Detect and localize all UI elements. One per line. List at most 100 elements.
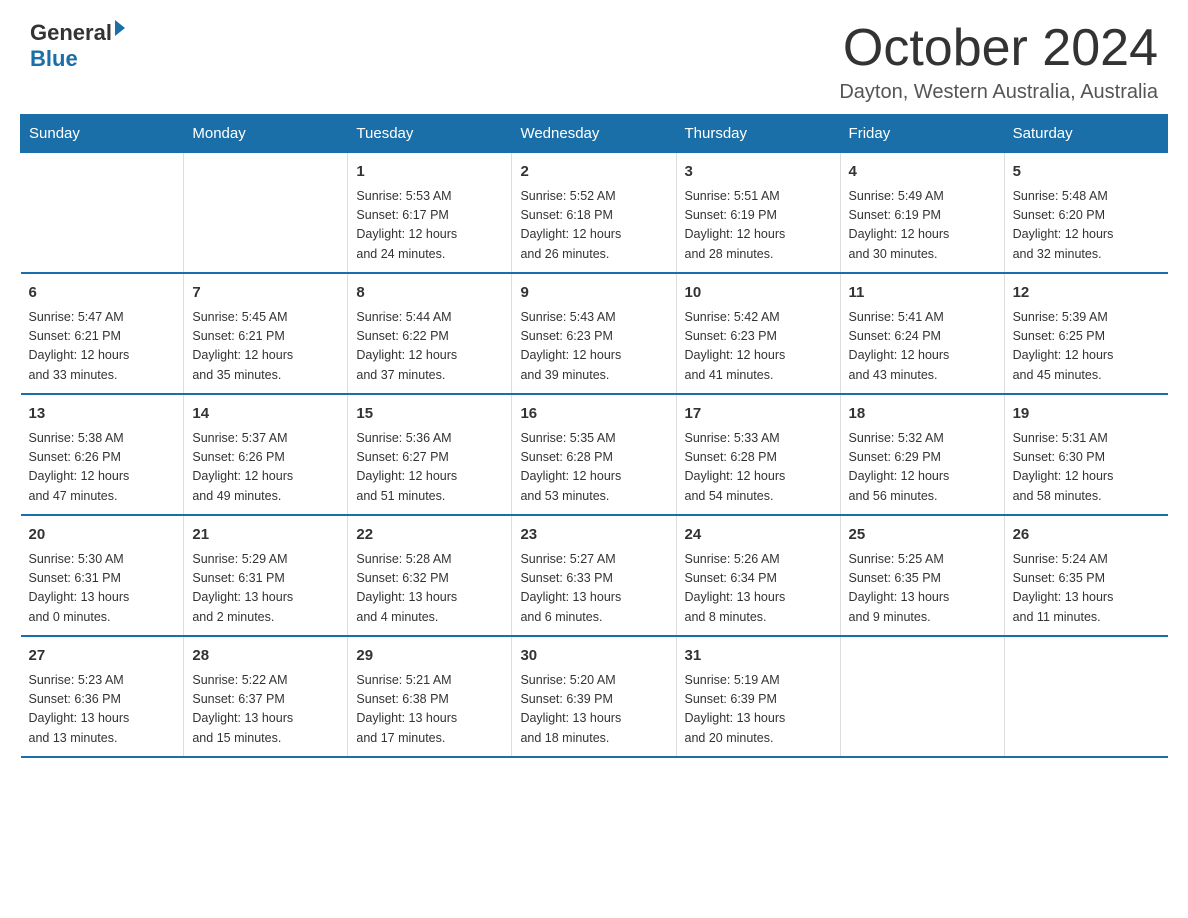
day-info: Sunrise: 5:37 AM Sunset: 6:26 PM Dayligh… (192, 429, 339, 507)
day-info: Sunrise: 5:20 AM Sunset: 6:39 PM Dayligh… (520, 671, 667, 749)
day-number: 19 (1013, 403, 1160, 426)
calendar-cell: 19 Sunrise: 5:31 AM Sunset: 6:30 PM Dayli… (1004, 394, 1167, 515)
day-number: 7 (192, 282, 339, 305)
calendar-cell (21, 153, 184, 274)
day-info: Sunrise: 5:25 AM Sunset: 6:35 PM Dayligh… (849, 550, 996, 628)
day-info: Sunrise: 5:38 AM Sunset: 6:26 PM Dayligh… (29, 429, 176, 507)
calendar-cell: 8Sunrise: 5:44 AM Sunset: 6:22 PM Daylig… (348, 273, 512, 394)
day-number: 29 (356, 645, 503, 668)
calendar-cell: 5Sunrise: 5:48 AM Sunset: 6:20 PM Daylig… (1004, 153, 1167, 274)
calendar-cell: 31Sunrise: 5:19 AM Sunset: 6:39 PM Dayli… (676, 636, 840, 757)
day-info: Sunrise: 5:27 AM Sunset: 6:33 PM Dayligh… (520, 550, 667, 628)
week-row-4: 20 Sunrise: 5:30 AM Sunset: 6:31 PM Dayli… (21, 515, 1168, 636)
location-title: Dayton, Western Australia, Australia (839, 81, 1158, 104)
day-number: 21 (192, 524, 339, 547)
calendar-cell: 18Sunrise: 5:32 AM Sunset: 6:29 PM Dayli… (840, 394, 1004, 515)
day-info: Sunrise: 5:47 AM Sunset: 6:21 PM Dayligh… (29, 308, 176, 386)
weekday-header-tuesday: Tuesday (348, 115, 512, 153)
weekday-header-row: SundayMondayTuesdayWednesdayThursdayFrid… (21, 115, 1168, 153)
calendar-cell: 28Sunrise: 5:22 AM Sunset: 6:37 PM Dayli… (184, 636, 348, 757)
day-info: Sunrise: 5:21 AM Sunset: 6:38 PM Dayligh… (356, 671, 503, 749)
day-info: Sunrise: 5:24 AM Sunset: 6:35 PM Dayligh… (1013, 550, 1160, 628)
day-number: 6 (29, 282, 176, 305)
calendar-cell: 16 Sunrise: 5:35 AM Sunset: 6:28 PM Dayli… (512, 394, 676, 515)
day-number: 24 (685, 524, 832, 547)
logo-general: General (30, 20, 112, 46)
calendar-cell: 10 Sunrise: 5:42 AM Sunset: 6:23 PM Dayli… (676, 273, 840, 394)
day-number: 5 (1013, 161, 1160, 184)
logo: General Blue (30, 20, 125, 72)
day-info: Sunrise: 5:33 AM Sunset: 6:28 PM Dayligh… (685, 429, 832, 507)
calendar-cell: 24 Sunrise: 5:26 AM Sunset: 6:34 PM Dayli… (676, 515, 840, 636)
day-number: 4 (849, 161, 996, 184)
day-number: 28 (192, 645, 339, 668)
calendar-cell: 14 Sunrise: 5:37 AM Sunset: 6:26 PM Dayli… (184, 394, 348, 515)
day-info: Sunrise: 5:35 AM Sunset: 6:28 PM Dayligh… (520, 429, 667, 507)
calendar-cell: 22 Sunrise: 5:28 AM Sunset: 6:32 PM Dayli… (348, 515, 512, 636)
calendar-cell: 1Sunrise: 5:53 AM Sunset: 6:17 PM Daylig… (348, 153, 512, 274)
day-info: Sunrise: 5:36 AM Sunset: 6:27 PM Dayligh… (356, 429, 503, 507)
day-number: 12 (1013, 282, 1160, 305)
day-info: Sunrise: 5:43 AM Sunset: 6:23 PM Dayligh… (520, 308, 667, 386)
day-info: Sunrise: 5:31 AM Sunset: 6:30 PM Dayligh… (1013, 429, 1160, 507)
day-number: 26 (1013, 524, 1160, 547)
calendar-cell: 3Sunrise: 5:51 AM Sunset: 6:19 PM Daylig… (676, 153, 840, 274)
logo-arrow-icon (115, 20, 125, 36)
day-number: 1 (356, 161, 503, 184)
calendar-cell: 25 Sunrise: 5:25 AM Sunset: 6:35 PM Dayli… (840, 515, 1004, 636)
day-number: 8 (356, 282, 503, 305)
week-row-3: 13 Sunrise: 5:38 AM Sunset: 6:26 PM Dayli… (21, 394, 1168, 515)
title-section: October 2024 Dayton, Western Australia, … (839, 20, 1158, 104)
calendar-cell: 11Sunrise: 5:41 AM Sunset: 6:24 PM Dayli… (840, 273, 1004, 394)
calendar-cell: 29 Sunrise: 5:21 AM Sunset: 6:38 PM Dayli… (348, 636, 512, 757)
weekday-header-saturday: Saturday (1004, 115, 1167, 153)
week-row-1: 1Sunrise: 5:53 AM Sunset: 6:17 PM Daylig… (21, 153, 1168, 274)
calendar-cell: 2 Sunrise: 5:52 AM Sunset: 6:18 PM Daylig… (512, 153, 676, 274)
day-number: 23 (520, 524, 667, 547)
day-number: 14 (192, 403, 339, 426)
calendar-container: SundayMondayTuesdayWednesdayThursdayFrid… (0, 114, 1188, 778)
day-info: Sunrise: 5:32 AM Sunset: 6:29 PM Dayligh… (849, 429, 996, 507)
month-title: October 2024 (839, 20, 1158, 77)
day-number: 10 (685, 282, 832, 305)
weekday-header-friday: Friday (840, 115, 1004, 153)
day-info: Sunrise: 5:51 AM Sunset: 6:19 PM Dayligh… (685, 187, 832, 265)
calendar-cell: 9 Sunrise: 5:43 AM Sunset: 6:23 PM Daylig… (512, 273, 676, 394)
calendar-cell: 6 Sunrise: 5:47 AM Sunset: 6:21 PM Daylig… (21, 273, 184, 394)
calendar-cell (840, 636, 1004, 757)
day-number: 15 (356, 403, 503, 426)
calendar-cell: 17 Sunrise: 5:33 AM Sunset: 6:28 PM Dayli… (676, 394, 840, 515)
day-number: 20 (29, 524, 176, 547)
day-info: Sunrise: 5:19 AM Sunset: 6:39 PM Dayligh… (685, 671, 832, 749)
day-info: Sunrise: 5:28 AM Sunset: 6:32 PM Dayligh… (356, 550, 503, 628)
calendar-cell (1004, 636, 1167, 757)
day-number: 25 (849, 524, 996, 547)
calendar-cell: 23 Sunrise: 5:27 AM Sunset: 6:33 PM Dayli… (512, 515, 676, 636)
day-number: 27 (29, 645, 176, 668)
day-info: Sunrise: 5:45 AM Sunset: 6:21 PM Dayligh… (192, 308, 339, 386)
calendar-cell: 30 Sunrise: 5:20 AM Sunset: 6:39 PM Dayli… (512, 636, 676, 757)
day-info: Sunrise: 5:52 AM Sunset: 6:18 PM Dayligh… (520, 187, 667, 265)
day-info: Sunrise: 5:42 AM Sunset: 6:23 PM Dayligh… (685, 308, 832, 386)
calendar-table: SundayMondayTuesdayWednesdayThursdayFrid… (20, 114, 1168, 758)
day-number: 30 (520, 645, 667, 668)
day-info: Sunrise: 5:41 AM Sunset: 6:24 PM Dayligh… (849, 308, 996, 386)
logo-blue: Blue (30, 46, 125, 72)
calendar-cell (184, 153, 348, 274)
day-number: 2 (520, 161, 667, 184)
week-row-5: 27Sunrise: 5:23 AM Sunset: 6:36 PM Dayli… (21, 636, 1168, 757)
day-number: 17 (685, 403, 832, 426)
calendar-cell: 12Sunrise: 5:39 AM Sunset: 6:25 PM Dayli… (1004, 273, 1167, 394)
weekday-header-wednesday: Wednesday (512, 115, 676, 153)
calendar-cell: 26 Sunrise: 5:24 AM Sunset: 6:35 PM Dayli… (1004, 515, 1167, 636)
week-row-2: 6 Sunrise: 5:47 AM Sunset: 6:21 PM Daylig… (21, 273, 1168, 394)
day-info: Sunrise: 5:30 AM Sunset: 6:31 PM Dayligh… (29, 550, 176, 628)
day-number: 9 (520, 282, 667, 305)
day-number: 13 (29, 403, 176, 426)
calendar-cell: 27Sunrise: 5:23 AM Sunset: 6:36 PM Dayli… (21, 636, 184, 757)
day-info: Sunrise: 5:26 AM Sunset: 6:34 PM Dayligh… (685, 550, 832, 628)
day-number: 22 (356, 524, 503, 547)
day-number: 16 (520, 403, 667, 426)
calendar-cell: 13 Sunrise: 5:38 AM Sunset: 6:26 PM Dayli… (21, 394, 184, 515)
day-info: Sunrise: 5:29 AM Sunset: 6:31 PM Dayligh… (192, 550, 339, 628)
